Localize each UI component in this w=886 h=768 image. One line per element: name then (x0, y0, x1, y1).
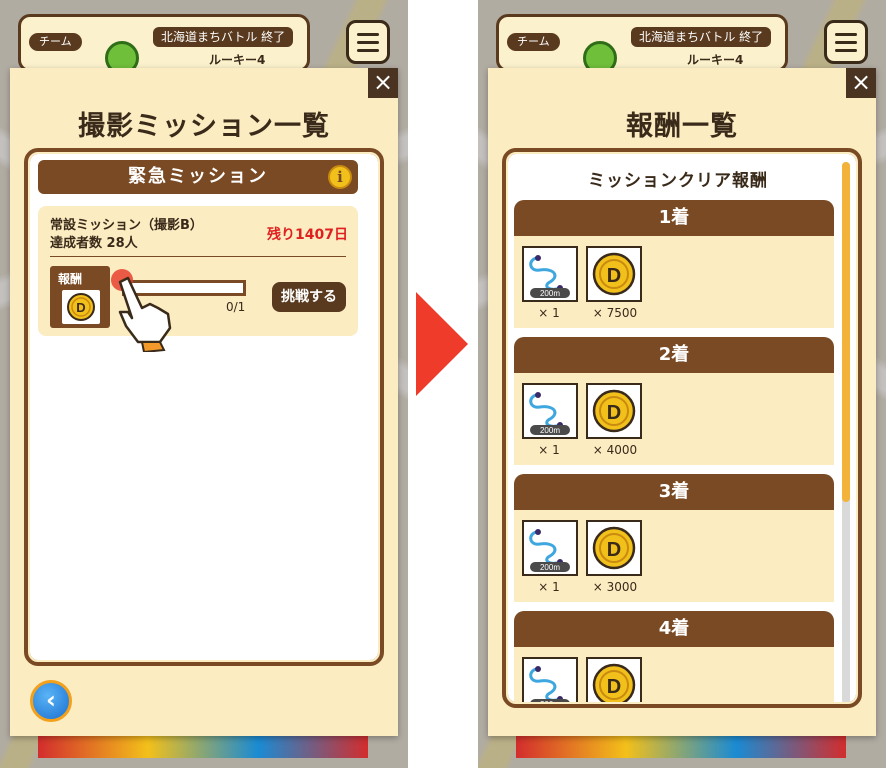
reward-list-modal: × 報酬一覧 ミッションクリア報酬 1着 200m D × 1 × 7500 2着 200m… (488, 68, 876, 736)
rank-item: 1着 200m D × 1 × 7500 (514, 200, 834, 328)
rank-label: ルーキー4 (687, 53, 744, 67)
rank-reward-body: 200m D × 1 × 3000 (514, 510, 834, 602)
menu-icon (357, 32, 379, 36)
modal-title: 撮影ミッション一覧 (78, 111, 330, 142)
rank-item: 4着 200m D (514, 611, 834, 702)
route-item-tile[interactable]: 200m (522, 657, 578, 702)
route-icon: 200m (529, 666, 570, 702)
coin-icon: D (592, 526, 636, 570)
coin-item-tile[interactable]: D (586, 246, 642, 302)
team-header: チーム 北海道まちバトル 終了 ルーキー4 (496, 14, 788, 75)
mission-card: 常設ミッション（撮影B） 達成者数 28人 残り1407日 報酬 D 0/1 挑… (38, 206, 358, 352)
rank-label: 4着 (514, 611, 834, 647)
rewards-subtitle: ミッションクリア報酬 (588, 171, 768, 191)
right-screen: チーム 北海道まちバトル 終了 ルーキー4 × 報酬一覧 ミッションクリア報酬 … (478, 0, 886, 768)
svg-text:200m: 200m (540, 426, 560, 435)
menu-button[interactable] (346, 20, 390, 64)
menu-icon (835, 32, 857, 36)
scrollbar[interactable] (842, 162, 850, 702)
divider (50, 256, 346, 257)
svg-text:D: D (607, 676, 621, 698)
rank-reward-body: 200m D × 1 × 7500 (514, 236, 834, 328)
battle-title: 北海道まちバトル 終了 (153, 27, 294, 47)
svg-text:200m: 200m (540, 289, 560, 298)
route-item-tile[interactable]: 200m (522, 520, 578, 576)
progress-text: 0/1 (226, 300, 246, 314)
rank-label: 1着 (514, 200, 834, 236)
coin-item-tile[interactable]: D (586, 383, 642, 439)
info-icon[interactable]: i (328, 165, 352, 189)
mission-list-frame: 緊急ミッション i 常設ミッション（撮影B） 達成者数 28人 残り1407日 … (24, 148, 384, 666)
route-quantity: × 1 (538, 306, 560, 320)
route-icon: 200m (529, 529, 570, 572)
rank-item: 3着 200m D × 1 × 3000 (514, 474, 834, 602)
svg-text:D: D (607, 402, 621, 424)
coin-quantity: × 4000 (592, 443, 638, 457)
pointing-hand-icon (111, 269, 172, 352)
team-tab[interactable]: チーム (29, 33, 82, 51)
urgent-mission-label: 緊急ミッション (128, 166, 268, 187)
svg-text:D: D (607, 265, 621, 287)
svg-text:200m: 200m (540, 563, 560, 572)
rank-label: 3着 (514, 474, 834, 510)
rank-reward-body: 200m D (514, 647, 834, 702)
scrollbar-thumb[interactable] (842, 162, 850, 502)
mission-achievers: 達成者数 28人 (50, 236, 138, 251)
mission-name: 常設ミッション（撮影B） (50, 218, 203, 233)
reward-label: 報酬 (58, 272, 83, 286)
remaining-days: 残り1407日 (267, 227, 348, 243)
svg-text:200m: 200m (540, 700, 560, 702)
urgent-mission-header: 緊急ミッション i (38, 160, 358, 194)
svg-text:D: D (607, 539, 621, 561)
route-icon: 200m (529, 255, 570, 298)
route-quantity: × 1 (538, 580, 560, 594)
reward-list-frame: ミッションクリア報酬 1着 200m D × 1 × 7500 2着 200m D × 1 × 4… (502, 148, 862, 708)
battle-title: 北海道まちバトル 終了 (631, 27, 772, 47)
coin-quantity: × 3000 (592, 580, 638, 594)
left-screen: チーム 北海道まちバトル 終了 ルーキー4 × 撮影ミッション一覧 緊急ミッショ… (0, 0, 408, 768)
close-button[interactable]: × (846, 68, 876, 98)
team-header: チーム 北海道まちバトル 終了 ルーキー4 (18, 14, 310, 75)
menu-button[interactable] (824, 20, 868, 64)
challenge-button[interactable]: 挑戦する (272, 282, 346, 312)
rank-item: 2着 200m D × 1 × 4000 (514, 337, 834, 465)
coin-quantity: × 7500 (592, 306, 638, 320)
rank-label: ルーキー4 (209, 53, 266, 67)
coin-icon: D (592, 389, 636, 433)
coin-icon: D (67, 293, 95, 321)
photo-mission-modal: × 撮影ミッション一覧 緊急ミッション i 常設ミッション（撮影B） 達成者数 … (10, 68, 398, 736)
reward-coin-tile: D (62, 290, 100, 324)
transition-arrow-icon (416, 292, 468, 396)
route-item-tile[interactable]: 200m (522, 383, 578, 439)
close-button[interactable]: × (368, 68, 398, 98)
coin-icon: D (592, 252, 636, 296)
rank-label: 2着 (514, 337, 834, 373)
back-button[interactable]: ‹ (30, 680, 72, 722)
coin-item-tile[interactable]: D (586, 520, 642, 576)
rank-reward-body: 200m D × 1 × 4000 (514, 373, 834, 465)
route-item-tile[interactable]: 200m (522, 246, 578, 302)
team-tab[interactable]: チーム (507, 33, 560, 51)
modal-title: 報酬一覧 (626, 111, 738, 142)
svg-text:D: D (76, 300, 85, 315)
route-icon: 200m (529, 392, 570, 435)
coin-icon: D (592, 663, 636, 702)
coin-item-tile[interactable]: D (586, 657, 642, 702)
route-quantity: × 1 (538, 443, 560, 457)
